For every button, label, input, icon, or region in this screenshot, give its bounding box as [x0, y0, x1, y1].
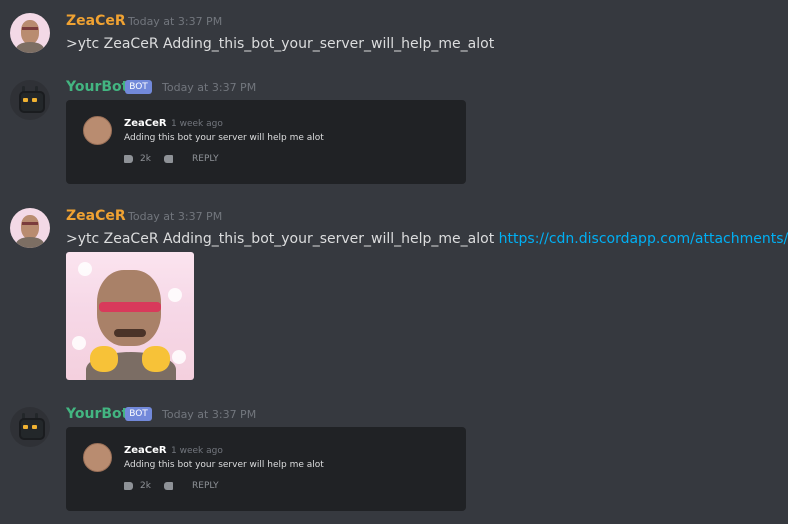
like-count: 2k [140, 154, 151, 164]
message-text: >ytc ZeaCeR Adding_this_bot_your_server_… [66, 231, 788, 247]
like-count: 2k [140, 481, 151, 491]
username[interactable]: YourBot [66, 406, 128, 422]
message-1: ZeaCeR Today at 3:37 PM >ytc ZeaCeR Addi… [0, 0, 788, 70]
reply-button[interactable]: REPLY [192, 481, 219, 491]
embed-avatar [83, 116, 112, 145]
message-body: >ytc ZeaCeR Adding_this_bot_your_server_… [66, 231, 495, 247]
reply-button[interactable]: REPLY [192, 154, 219, 164]
thumbs-down-icon [164, 155, 173, 163]
thumbs-up-icon [124, 482, 133, 490]
embed-time: 1 week ago [171, 119, 223, 129]
timestamp: Today at 3:37 PM [128, 15, 223, 28]
embed-text: Adding this bot your server will help me… [124, 460, 324, 470]
comment-embed: ZeaCeR 1 week ago Adding this bot your s… [66, 427, 466, 511]
timestamp: Today at 3:37 PM [128, 210, 223, 223]
embed-author: ZeaCeR [124, 445, 167, 456]
embed-avatar [83, 443, 112, 472]
thumbs-down-icon [164, 482, 173, 490]
bot-avatar-icon[interactable] [10, 80, 50, 120]
thumbs-up-icon [124, 155, 133, 163]
message-4: YourBot BOT Today at 3:37 PM ZeaCeR 1 we… [0, 397, 788, 524]
embed-author: ZeaCeR [124, 118, 167, 129]
message-text: >ytc ZeaCeR Adding_this_bot_your_server_… [66, 36, 495, 52]
timestamp: Today at 3:37 PM [162, 81, 257, 94]
attachment-image[interactable] [66, 252, 194, 380]
comment-embed: ZeaCeR 1 week ago Adding this bot your s… [66, 100, 466, 184]
message-2: YourBot BOT Today at 3:37 PM ZeaCeR 1 we… [0, 70, 788, 200]
bot-avatar-icon[interactable] [10, 407, 50, 447]
bot-badge: BOT [125, 80, 152, 94]
timestamp: Today at 3:37 PM [162, 408, 257, 421]
user-avatar[interactable] [10, 208, 50, 248]
embed-time: 1 week ago [171, 446, 223, 456]
user-avatar[interactable] [10, 13, 50, 53]
username[interactable]: ZeaCeR [66, 208, 126, 224]
bot-badge: BOT [125, 407, 152, 421]
attachment-link[interactable]: https://cdn.discordapp.com/attachments/8… [499, 231, 788, 247]
username[interactable]: YourBot [66, 79, 128, 95]
embed-text: Adding this bot your server will help me… [124, 133, 324, 143]
username[interactable]: ZeaCeR [66, 13, 126, 29]
